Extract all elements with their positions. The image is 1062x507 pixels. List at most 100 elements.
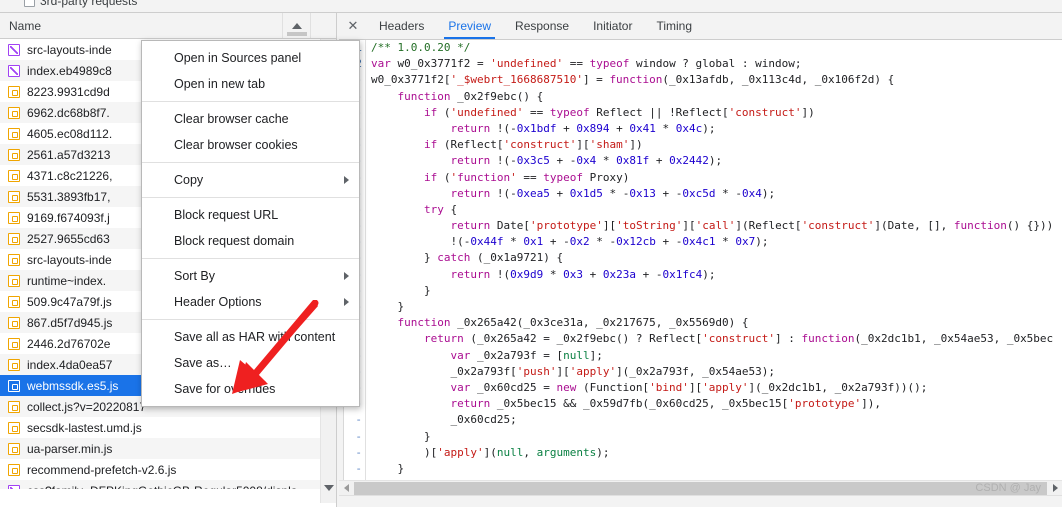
code-line: try { [423, 202, 458, 216]
tab-preview[interactable]: Preview [436, 13, 503, 39]
code-line: return (_0x265a42 = _0x2f9ebc() ? Reflec… [423, 332, 1054, 346]
request-details-pane: ✕ Headers Preview Response Initiator Tim… [339, 13, 1062, 507]
chevron-right-icon [344, 272, 349, 280]
list-item[interactable]: css?family=DFPKingGothicGB-Regular5008/d… [0, 480, 320, 489]
script-icon [8, 400, 20, 413]
menu-item-label: Save as… [174, 356, 232, 370]
list-item-label: 867.d5f7d945.js [27, 315, 113, 330]
menu-item[interactable]: Header Options [142, 289, 359, 315]
menu-item[interactable]: Open in Sources panel [142, 45, 359, 71]
filters-bar: 3rd-party requests [0, 0, 1062, 13]
triangle-up-icon [291, 22, 302, 29]
menu-item[interactable]: Save as… [142, 350, 359, 376]
list-item-label: 2527.9655cd63 [27, 231, 110, 246]
scroll-down-icon[interactable] [324, 485, 334, 491]
menu-item[interactable]: Block request domain [142, 228, 359, 254]
code-line: )['apply'](null, arguments); [371, 445, 610, 459]
code-line: _0x60cd25; [371, 413, 517, 427]
code-line: } [371, 300, 405, 313]
sort-indicator-bar [287, 32, 307, 36]
code-content[interactable]: /** 1.0.0.20 */ var w0_0x3771f2 = 'undefi… [366, 40, 1062, 492]
menu-separator [142, 197, 359, 198]
code-line: return Date['prototype']['toString']['ca… [450, 219, 1054, 233]
menu-separator [142, 258, 359, 259]
list-item-label: 2561.a57d3213 [27, 147, 111, 162]
menu-item[interactable]: Copy [142, 167, 359, 193]
list-item-label: 9169.f674093f.j [27, 210, 110, 225]
tab-initiator[interactable]: Initiator [581, 13, 644, 39]
menu-item-label: Open in new tab [174, 77, 266, 91]
tab-response[interactable]: Response [503, 13, 581, 39]
document-icon [8, 64, 20, 77]
menu-item-label: Clear browser cache [174, 112, 289, 126]
scrollbar-thumb-horizontal[interactable]: CSDN @ Jay [354, 481, 1047, 495]
list-item-label: collect.js?v=20220817 [27, 399, 147, 414]
menu-item[interactable]: Save for overrides [142, 376, 359, 402]
line-number: - [355, 445, 362, 459]
scroll-left-icon[interactable] [339, 481, 353, 496]
script-icon [8, 358, 20, 371]
list-item-label: 6962.dc68b8f7. [27, 105, 110, 120]
menu-item[interactable]: Sort By [142, 263, 359, 289]
list-item-label: 5531.3893fb17, [27, 189, 111, 204]
list-item-label: src-layouts-inde [27, 42, 112, 57]
code-line: _0x2a793f['push']['apply'](_0x2a793f, _0… [371, 364, 776, 378]
preview-code-viewer[interactable]: 12-------------------------- /** 1.0.0.2… [339, 40, 1062, 492]
script-icon [8, 295, 20, 308]
line-number: - [355, 429, 362, 443]
code-line: } [371, 461, 405, 475]
menu-item[interactable]: Save all as HAR with content [142, 324, 359, 350]
code-line: if ('function' == typeof Proxy) [423, 170, 630, 184]
script-icon [8, 169, 20, 182]
list-item-label: ua-parser.min.js [27, 441, 113, 456]
menu-item[interactable]: Clear browser cookies [142, 132, 359, 158]
script-icon [8, 442, 20, 455]
scroll-right-icon[interactable] [1048, 481, 1062, 496]
script-icon [8, 337, 20, 350]
tab-headers[interactable]: Headers [367, 13, 436, 39]
menu-item[interactable]: Clear browser cache [142, 106, 359, 132]
column-header-name[interactable]: Name [0, 19, 41, 33]
code-line: } [371, 283, 431, 297]
menu-item-label: Open in Sources panel [174, 51, 302, 65]
menu-separator [142, 319, 359, 320]
script-icon [8, 421, 20, 434]
script-icon [8, 274, 20, 287]
script-icon [8, 253, 20, 266]
script-icon [8, 127, 20, 140]
request-list-header: Name [0, 13, 336, 39]
tab-timing[interactable]: Timing [644, 13, 704, 39]
menu-item-label: Sort By [174, 269, 215, 283]
list-item-label: 509.9c47a79f.js [27, 294, 112, 309]
script-icon [8, 106, 20, 119]
third-party-requests-checkbox-row[interactable]: 3rd-party requests [24, 0, 137, 8]
code-line: return !(0x9d9 * 0x3 + 0x23a + -0x1fc4); [450, 267, 716, 281]
list-item[interactable]: recommend-prefetch-v2.6.js [0, 459, 320, 480]
code-line: /** 1.0.0.20 */ [371, 41, 471, 54]
list-item[interactable]: secsdk-lastest.umd.js [0, 417, 320, 438]
code-line: var w0_0x3771f2 = 'undefined' == typeof … [371, 57, 802, 71]
details-tabbar: ✕ Headers Preview Response Initiator Tim… [339, 13, 1062, 40]
script-icon [8, 190, 20, 203]
menu-separator [142, 101, 359, 102]
script-icon [8, 316, 20, 329]
code-line: w0_0x3771f2['_$webrt_1668687510'] = func… [371, 73, 895, 87]
checkbox-icon[interactable] [24, 0, 35, 7]
list-item-label: runtime~index. [27, 273, 107, 288]
script-icon [8, 379, 20, 392]
code-line: return !(-0x3c5 + -0x4 * 0x81f + 0x2442)… [450, 154, 723, 168]
menu-item-label: Clear browser cookies [174, 138, 298, 152]
list-item-label: recommend-prefetch-v2.6.js [27, 462, 177, 477]
close-icon[interactable]: ✕ [339, 13, 367, 39]
preview-horizontal-scrollbar[interactable]: CSDN @ Jay [339, 480, 1062, 495]
menu-item[interactable]: Open in new tab [142, 71, 359, 97]
list-item[interactable]: ua-parser.min.js [0, 438, 320, 459]
menu-item-label: Block request URL [174, 208, 279, 222]
watermark-text: CSDN @ Jay [975, 481, 1041, 494]
code-line: return !(-0x1bdf + 0x894 + 0x41 * 0x4c); [450, 121, 716, 135]
menu-item[interactable]: Block request URL [142, 202, 359, 228]
context-menu[interactable]: Open in Sources panel Open in new tab Clea… [141, 40, 360, 407]
code-line: !(-0x44f * 0x1 + -0x2 * -0x12cb + -0x4c1… [371, 235, 769, 249]
code-line: function _0x265a42(_0x3ce31a, _0x217675,… [397, 316, 749, 330]
list-item-label: 8223.9931cd9d [27, 84, 110, 99]
